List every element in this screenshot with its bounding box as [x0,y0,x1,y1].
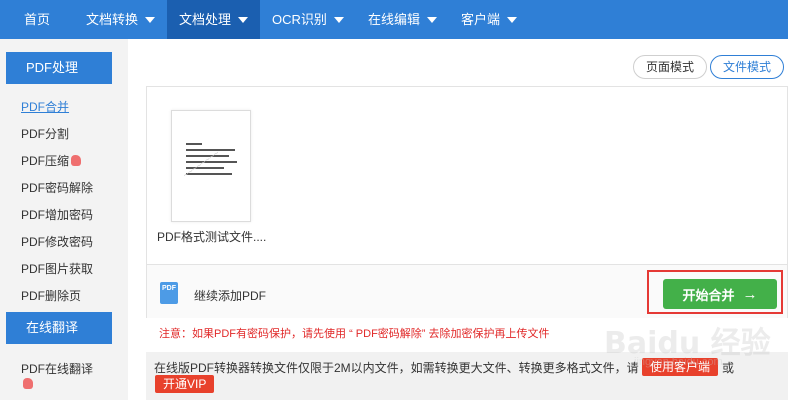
baidu-watermark: Baidu 经验 jingyan.baidu.com [604,318,784,378]
page-mode-button[interactable]: 页面模式 [633,55,708,79]
nav-doc-process[interactable]: 文档处理 [167,0,261,39]
chevron-down-icon [333,16,344,23]
nav-home[interactable]: 首页 [0,0,74,39]
sidebar-item-pdf-change-password[interactable]: PDF修改密码 [21,233,93,250]
top-nav: 首页 文档转换 文档处理 OCR识别 在线编辑 客户端 [0,0,788,39]
chevron-down-icon [238,16,249,23]
file-thumbnail[interactable]: ~~~~~~~~ [171,110,251,222]
open-vip-button[interactable]: 开通VIP [155,375,215,393]
sidebar-item-pdf-add-password[interactable]: PDF增加密码 [21,206,93,223]
chevron-down-icon [426,16,437,23]
file-mode-button[interactable]: 文件模式 [710,55,785,79]
notice-text-2: 去除加密保护再上传文件 [428,328,550,340]
chevron-down-icon [145,16,156,23]
hand-icon [71,155,82,166]
nav-client-label: 客户端 [460,12,500,27]
nav-home-label: 首页 [24,12,51,27]
sidebar-item-pdf-unlock[interactable]: PDF密码解除 [21,179,93,196]
nav-online-edit-label: 在线编辑 [367,12,420,27]
password-notice: 注意：如果PDF有密码保护，请先使用 “ PDF密码解除” 去除加密保护再上传文… [159,325,550,341]
sidebar-section-pdf-process: PDF处理 [6,52,112,84]
nav-online-edit[interactable]: 在线编辑 [356,0,449,39]
start-merge-button[interactable]: 开始合并 → [663,279,777,309]
pdf-file-icon: PDF [160,282,178,304]
sidebar-item-label: PDF压缩 [21,154,70,168]
file-name: PDF格式测试文件.... [157,230,267,244]
nav-doc-convert-label: 文档转换 [86,12,139,27]
view-mode-toggle: 页面模式 文件模式 [633,55,785,79]
nav-doc-process-label: 文档处理 [179,12,232,27]
sidebar-item-pdf-translate[interactable]: PDF在线翻译 [21,360,93,391]
nav-ocr-label: OCR识别 [272,12,327,27]
sidebar-item-pdf-split[interactable]: PDF分割 [21,125,69,142]
nav-client[interactable]: 客户端 [449,0,529,39]
sidebar-item-pdf-merge[interactable]: PDF合并 [21,98,69,115]
sidebar-item-pdf-delete-pages[interactable]: PDF删除页 [21,287,81,304]
sidebar-section-online-translate: 在线翻译 [6,312,112,344]
sidebar: PDF处理 PDF合并 PDF分割 PDF压缩 PDF密码解除 PDF增加密码 … [0,39,128,400]
nav-ocr[interactable]: OCR识别 [260,0,356,39]
sidebar-item-pdf-extract-images[interactable]: PDF图片获取 [21,260,93,277]
watermark-sub: jingyan.baidu.com [634,356,723,368]
sidebar-item-label: PDF在线翻译 [21,362,94,376]
notice-text-1: 注意：如果PDF有密码保护，请先使用 [159,328,346,340]
hand-icon [23,378,33,389]
limit-notice-text: 在线版PDF转换器转换文件仅限于2M以内文件，如需转换更大文件、转换更多格式文件… [154,361,639,375]
pdf-unlock-link[interactable]: “ PDF密码解除” [349,328,425,340]
upload-panel: ~~~~~~~~ PDF格式测试文件.... PDF 继续添加PDF 开始合并 … [146,86,788,318]
add-more-pdf-button[interactable]: 继续添加PDF [194,287,266,304]
sidebar-item-pdf-compress[interactable]: PDF压缩 [21,152,82,169]
merge-button-highlight: 开始合并 → [647,270,783,314]
start-merge-label: 开始合并 [682,287,735,303]
nav-doc-convert[interactable]: 文档转换 [74,0,167,39]
chevron-down-icon [506,16,517,23]
panel-footer: PDF 继续添加PDF 开始合并 → [147,264,787,318]
arrow-right-icon: → [742,285,758,303]
